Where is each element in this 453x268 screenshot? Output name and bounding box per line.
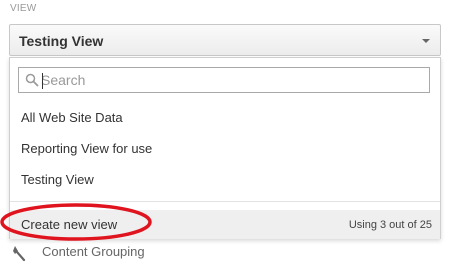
- list-divider: [10, 201, 440, 202]
- view-select[interactable]: Testing View: [9, 24, 441, 56]
- text-caret: [42, 73, 43, 89]
- dropdown-footer: Create new view Using 3 out of 25: [10, 210, 440, 239]
- view-dropdown: All Web Site Data Reporting View for use…: [9, 57, 441, 239]
- content-grouping-icon: [13, 246, 26, 261]
- view-select-value: Testing View: [19, 33, 104, 49]
- caret-down-icon: [422, 39, 430, 43]
- view-option[interactable]: Testing View: [10, 164, 440, 195]
- search-box[interactable]: [18, 67, 430, 93]
- view-option[interactable]: All Web Site Data: [10, 102, 440, 133]
- view-list: All Web Site Data Reporting View for use…: [10, 102, 440, 195]
- content-grouping-label: Content Grouping: [42, 244, 145, 259]
- section-label: VIEW: [10, 3, 37, 14]
- view-usage-count: Using 3 out of 25: [348, 219, 432, 231]
- create-new-view-link[interactable]: Create new view: [21, 217, 117, 232]
- search-icon: [25, 73, 39, 87]
- view-option[interactable]: Reporting View for use: [10, 133, 440, 164]
- view-settings-panel: VIEW Testing View All Web Site Data Repo…: [0, 0, 453, 268]
- search-input[interactable]: [41, 71, 421, 89]
